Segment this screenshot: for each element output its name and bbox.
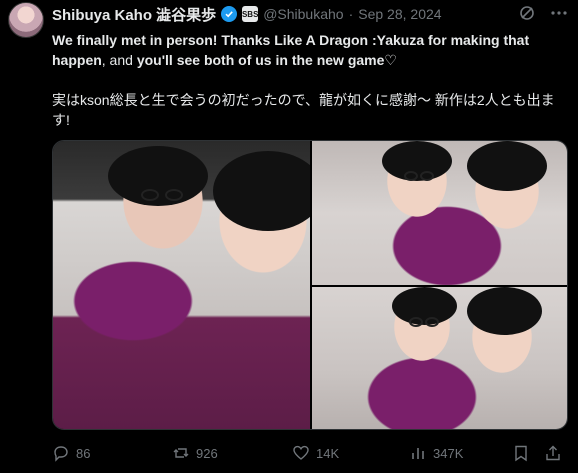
views-button[interactable]: 347K xyxy=(409,444,463,462)
bookmark-button[interactable] xyxy=(512,444,530,462)
tweet-card: Shibuya Kaho 澁谷果歩 SBS @Shibukaho · Sep 2… xyxy=(0,0,578,473)
reply-icon xyxy=(52,444,70,462)
more-icon[interactable] xyxy=(550,4,568,22)
tweet-text: We finally met in person! Thanks Like A … xyxy=(52,30,562,130)
avatar[interactable] xyxy=(8,2,44,38)
heart-icon xyxy=(292,444,310,462)
views-count: 347K xyxy=(433,445,464,461)
tweet-text-heart: ♡ xyxy=(384,52,397,68)
tweet-text-line-1: We finally met in person! Thanks Like A … xyxy=(52,30,562,70)
views-icon xyxy=(409,444,427,462)
photo-1[interactable] xyxy=(53,141,310,429)
bookmark-icon xyxy=(512,444,530,462)
photo-3[interactable] xyxy=(312,287,567,429)
action-bar: 86 926 14K 347K xyxy=(52,443,568,463)
repost-count: 926 xyxy=(196,445,218,461)
share-icon xyxy=(544,444,562,462)
top-actions xyxy=(518,4,568,22)
repost-icon xyxy=(172,444,190,462)
reply-count: 86 xyxy=(76,445,91,461)
post-date[interactable]: Sep 28, 2024 xyxy=(358,6,441,22)
media-grid xyxy=(52,140,568,430)
reply-button[interactable]: 86 xyxy=(52,444,90,462)
tweet-text-line-2: 実はkson総長と生で会うの初だったので、龍が如くに感謝〜 新作は2人とも出ます… xyxy=(52,92,555,128)
affiliate-badge[interactable]: SBS xyxy=(242,6,258,22)
tweet-header: Shibuya Kaho 澁谷果歩 SBS @Shibukaho · Sep 2… xyxy=(52,4,442,24)
author-handle[interactable]: @Shibukaho xyxy=(263,6,343,22)
tweet-text-bold-2: you'll see both of us in the new game xyxy=(136,52,385,68)
repost-button[interactable]: 926 xyxy=(172,444,218,462)
grok-icon[interactable] xyxy=(518,4,536,22)
author-display-name[interactable]: Shibuya Kaho 澁谷果歩 xyxy=(52,4,216,25)
tweet-text-plain-1: , and xyxy=(101,52,137,68)
share-button[interactable] xyxy=(544,444,562,462)
verified-badge-icon xyxy=(221,6,238,22)
like-button[interactable]: 14K xyxy=(292,444,339,462)
photo-2[interactable] xyxy=(312,141,567,285)
like-count: 14K xyxy=(316,445,340,461)
separator-dot: · xyxy=(348,6,354,22)
